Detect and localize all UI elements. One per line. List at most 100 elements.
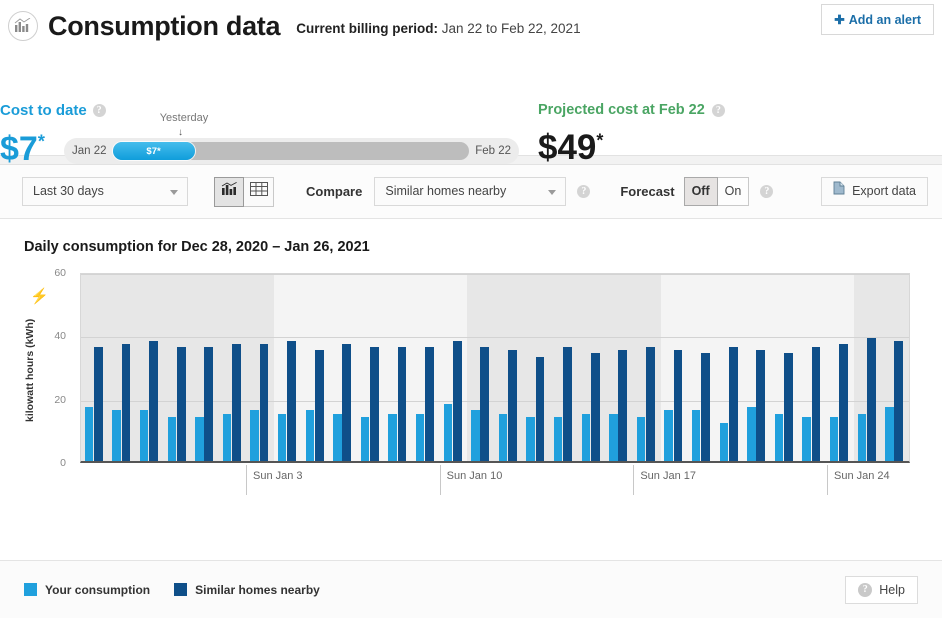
forecast-off-button[interactable]: Off — [683, 177, 718, 206]
day-bar-group[interactable] — [81, 274, 109, 461]
day-bar-group[interactable] — [578, 274, 606, 461]
date-range-select[interactable]: Last 30 days — [22, 177, 188, 206]
bar-your-consumption[interactable] — [609, 413, 618, 461]
view-table-button[interactable] — [244, 176, 274, 207]
day-bar-group[interactable] — [826, 274, 854, 461]
bar-similar-homes[interactable] — [259, 343, 269, 461]
bar-your-consumption[interactable] — [692, 410, 701, 461]
day-bar-group[interactable] — [136, 274, 164, 461]
bar-similar-homes[interactable] — [618, 350, 628, 461]
bar-similar-homes[interactable] — [369, 347, 379, 461]
bar-your-consumption[interactable] — [112, 410, 121, 461]
bar-similar-homes[interactable] — [728, 347, 738, 461]
day-bar-group[interactable] — [716, 274, 744, 461]
day-bar-group[interactable] — [550, 274, 578, 461]
day-bar-group[interactable] — [523, 274, 551, 461]
bar-similar-homes[interactable] — [93, 347, 103, 461]
day-bar-group[interactable] — [799, 274, 827, 461]
bar-similar-homes[interactable] — [342, 343, 352, 461]
bar-similar-homes[interactable] — [673, 350, 683, 461]
bar-your-consumption[interactable] — [305, 410, 314, 461]
bar-your-consumption[interactable] — [416, 413, 425, 461]
question-mark-icon[interactable]: ? — [92, 104, 106, 117]
bar-similar-homes[interactable] — [563, 347, 572, 461]
bar-your-consumption[interactable] — [333, 413, 342, 461]
bar-your-consumption[interactable] — [222, 413, 232, 461]
bar-your-consumption[interactable] — [167, 416, 176, 461]
day-bar-group[interactable] — [661, 274, 689, 461]
bar-similar-homes[interactable] — [701, 353, 710, 461]
day-bar-group[interactable] — [771, 274, 799, 461]
bar-similar-homes[interactable] — [121, 343, 131, 461]
day-bar-group[interactable] — [743, 274, 771, 461]
bar-similar-homes[interactable] — [507, 350, 517, 461]
bar-your-consumption[interactable] — [388, 413, 397, 461]
day-bar-group[interactable] — [191, 274, 219, 461]
bar-your-consumption[interactable] — [747, 407, 756, 461]
bar-similar-homes[interactable] — [590, 353, 600, 461]
bar-similar-homes[interactable] — [397, 347, 407, 461]
help-button[interactable]: ? Help — [845, 575, 918, 604]
bar-similar-homes[interactable] — [645, 347, 655, 461]
bar-your-consumption[interactable] — [278, 413, 287, 461]
bar-similar-homes[interactable] — [839, 343, 848, 461]
bar-your-consumption[interactable] — [885, 407, 894, 461]
add-alert-button[interactable]: ✚ Add an alert — [821, 4, 934, 35]
day-bar-group[interactable] — [164, 274, 192, 461]
bar-similar-homes[interactable] — [756, 350, 766, 461]
bar-similar-homes[interactable] — [204, 347, 214, 461]
legend-item[interactable]: Your consumption — [24, 583, 150, 597]
view-chart-button[interactable] — [214, 176, 244, 207]
bar-your-consumption[interactable] — [498, 413, 508, 461]
bar-similar-homes[interactable] — [231, 343, 241, 461]
export-data-button[interactable]: Export data — [821, 177, 928, 206]
forecast-on-button[interactable]: On — [717, 177, 750, 206]
progress-bar-fill[interactable]: $7* — [112, 142, 195, 160]
bar-similar-homes[interactable] — [149, 340, 158, 461]
bar-similar-homes[interactable] — [480, 347, 490, 461]
bar-similar-homes[interactable] — [811, 347, 821, 461]
bar-similar-homes[interactable] — [176, 347, 186, 461]
bar-similar-homes[interactable] — [866, 337, 876, 461]
bar-your-consumption[interactable] — [250, 410, 259, 461]
bar-similar-homes[interactable] — [894, 340, 904, 461]
bar-your-consumption[interactable] — [526, 416, 535, 461]
bar-similar-homes[interactable] — [314, 350, 324, 461]
bar-your-consumption[interactable] — [195, 416, 204, 461]
day-bar-group[interactable] — [412, 274, 440, 461]
day-bar-group[interactable] — [357, 274, 385, 461]
bar-your-consumption[interactable] — [581, 413, 590, 461]
bar-your-consumption[interactable] — [830, 416, 839, 461]
day-bar-group[interactable] — [385, 274, 413, 461]
day-bar-group[interactable] — [247, 274, 275, 461]
bar-your-consumption[interactable] — [443, 404, 452, 461]
day-bar-group[interactable] — [302, 274, 330, 461]
day-bar-group[interactable] — [440, 274, 468, 461]
day-bar-group[interactable] — [633, 274, 661, 461]
bar-your-consumption[interactable] — [857, 413, 866, 461]
bar-similar-homes[interactable] — [425, 347, 434, 461]
day-bar-group[interactable] — [219, 274, 247, 461]
bar-similar-homes[interactable] — [535, 356, 545, 461]
question-mark-icon[interactable]: ? — [711, 103, 725, 117]
day-bar-group[interactable] — [495, 274, 523, 461]
bar-similar-homes[interactable] — [452, 340, 462, 461]
bar-similar-homes[interactable] — [287, 340, 296, 461]
day-bar-group[interactable] — [329, 274, 357, 461]
bar-your-consumption[interactable] — [664, 410, 673, 461]
bar-your-consumption[interactable] — [802, 416, 811, 461]
bar-your-consumption[interactable] — [719, 423, 728, 461]
day-bar-group[interactable] — [881, 274, 909, 461]
bar-your-consumption[interactable] — [774, 413, 784, 461]
day-bar-group[interactable] — [274, 274, 302, 461]
day-bar-group[interactable] — [605, 274, 633, 461]
question-mark-icon[interactable]: ? — [577, 185, 591, 198]
day-bar-group[interactable] — [854, 274, 882, 461]
bar-your-consumption[interactable] — [84, 407, 94, 461]
bar-your-consumption[interactable] — [554, 416, 563, 461]
day-bar-group[interactable] — [688, 274, 716, 461]
bar-your-consumption[interactable] — [471, 410, 480, 461]
compare-select[interactable]: Similar homes nearby — [374, 177, 567, 206]
bar-your-consumption[interactable] — [360, 416, 370, 461]
day-bar-group[interactable] — [109, 274, 137, 461]
